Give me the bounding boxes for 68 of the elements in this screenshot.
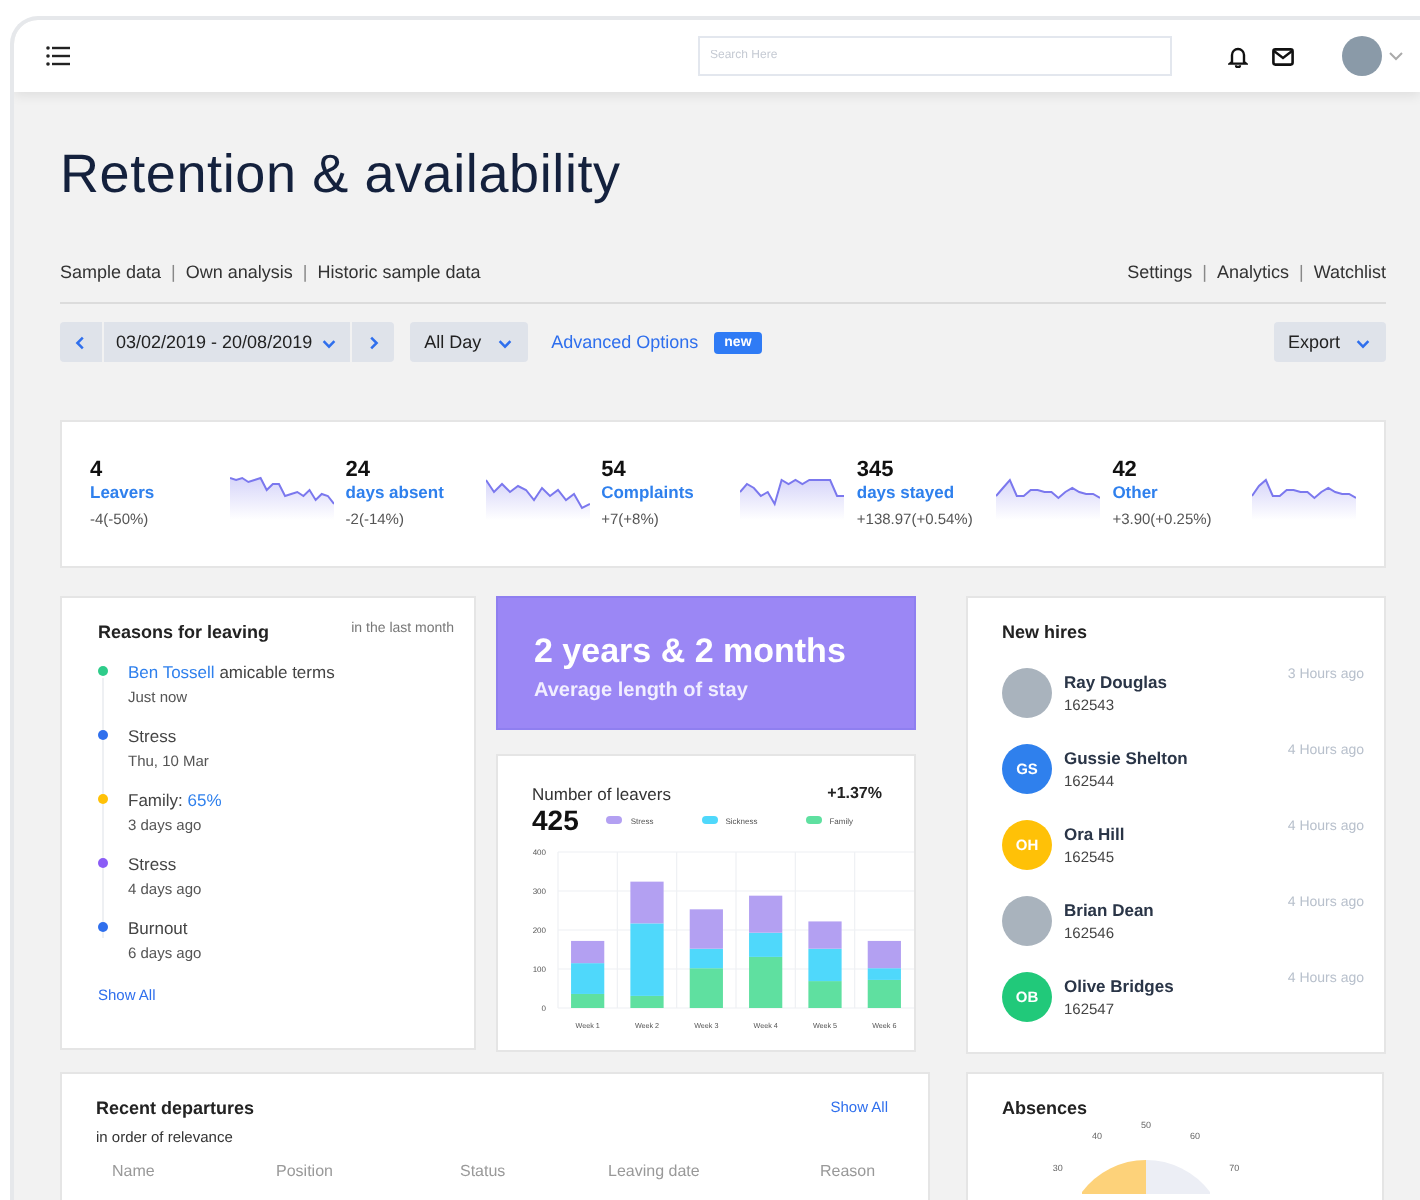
chevron-left-icon [72, 333, 90, 351]
hire-name: Ray Douglas [1064, 672, 1169, 692]
legend-swatch [805, 816, 822, 824]
chart-title: Number of leavers [532, 784, 671, 804]
timeline-text: Stress [128, 726, 179, 746]
separator: | [171, 262, 176, 282]
separator: | [1298, 262, 1304, 282]
hire-name: Brian Dean [1064, 900, 1156, 920]
highlight-link[interactable]: Ben Tossell [128, 662, 215, 682]
mail-icon[interactable] [1272, 47, 1294, 65]
timeline-text: Burnout [128, 918, 190, 938]
bar-segment [808, 921, 842, 949]
stat-label: days absent [345, 482, 446, 502]
export-button[interactable]: Export [1273, 322, 1386, 362]
stat-value: 4 [90, 460, 105, 482]
column-header: Reason [820, 1162, 878, 1180]
menu-icon[interactable] [46, 46, 70, 66]
column-header: Leaving date [608, 1162, 702, 1180]
nav-link[interactable]: Settings [1127, 262, 1193, 282]
stat-label: Complaints [601, 482, 696, 502]
caret-down-icon[interactable] [1388, 50, 1404, 62]
column-header: Name [112, 1162, 157, 1180]
nav-link[interactable]: Watchlist [1313, 262, 1386, 282]
legend-swatch [606, 816, 623, 824]
card-title: Recent departures [96, 1098, 255, 1118]
chart-change: +1.37% [827, 784, 882, 804]
advanced-options-link[interactable]: Advanced Options [551, 332, 699, 352]
timeline-text: Stress [128, 854, 179, 874]
card-title: Absences [1002, 1098, 1090, 1118]
stat-label: Leavers [90, 482, 157, 502]
timeline-text: Family: 65% [128, 790, 222, 810]
hire-name: Olive Bridges [1064, 976, 1176, 996]
stat-value: 54 [601, 460, 628, 482]
nav-link[interactable]: Own analysis [185, 262, 293, 282]
highlight-link[interactable]: 65% [187, 790, 222, 810]
hire-name: Ora Hill [1064, 824, 1127, 844]
legend-swatch [701, 816, 718, 824]
separator: | [1202, 262, 1207, 282]
gauge-fill [1082, 1160, 1146, 1194]
chart-total: 425 [532, 804, 579, 836]
column-header: Status [460, 1162, 508, 1180]
avatar-placeholder[interactable] [1342, 36, 1382, 76]
card-title: Reasons for leaving [98, 622, 270, 642]
page-title: Retention & availability [60, 144, 623, 206]
hire-name: Gussie Shelton [1064, 748, 1190, 768]
bell-icon[interactable] [1228, 45, 1248, 67]
date-range-dropdown[interactable]: 03/02/2019 - 20/08/2019 [102, 322, 351, 362]
highlight-value: 2 years & 2 months [534, 632, 848, 672]
timeline-text: Ben Tossell amicable terms [128, 662, 335, 682]
stat-value: 42 [1112, 460, 1139, 482]
bar-segment [808, 948, 842, 982]
column-header: Position [276, 1162, 335, 1180]
nav-link[interactable]: Historic sample data [317, 262, 481, 282]
highlight-label: Average length of stay [534, 680, 750, 702]
period-dropdown[interactable]: All Day [410, 322, 528, 362]
separator: | [302, 262, 308, 282]
stat-value: 24 [345, 460, 373, 482]
stat-label: days stayed [856, 482, 957, 502]
bar-segment [571, 940, 605, 964]
avatar-placeholder [1002, 896, 1052, 946]
nav-link[interactable]: Analytics [1216, 262, 1289, 282]
stat-label: Other [1112, 482, 1160, 502]
card-title: New hires [1002, 622, 1090, 642]
avatar-placeholder [1002, 668, 1052, 718]
nav-link[interactable]: Sample data [60, 262, 162, 282]
bar-segment [808, 981, 842, 1008]
chevron-right-icon [364, 333, 383, 351]
stat-value: 345 [856, 460, 896, 482]
